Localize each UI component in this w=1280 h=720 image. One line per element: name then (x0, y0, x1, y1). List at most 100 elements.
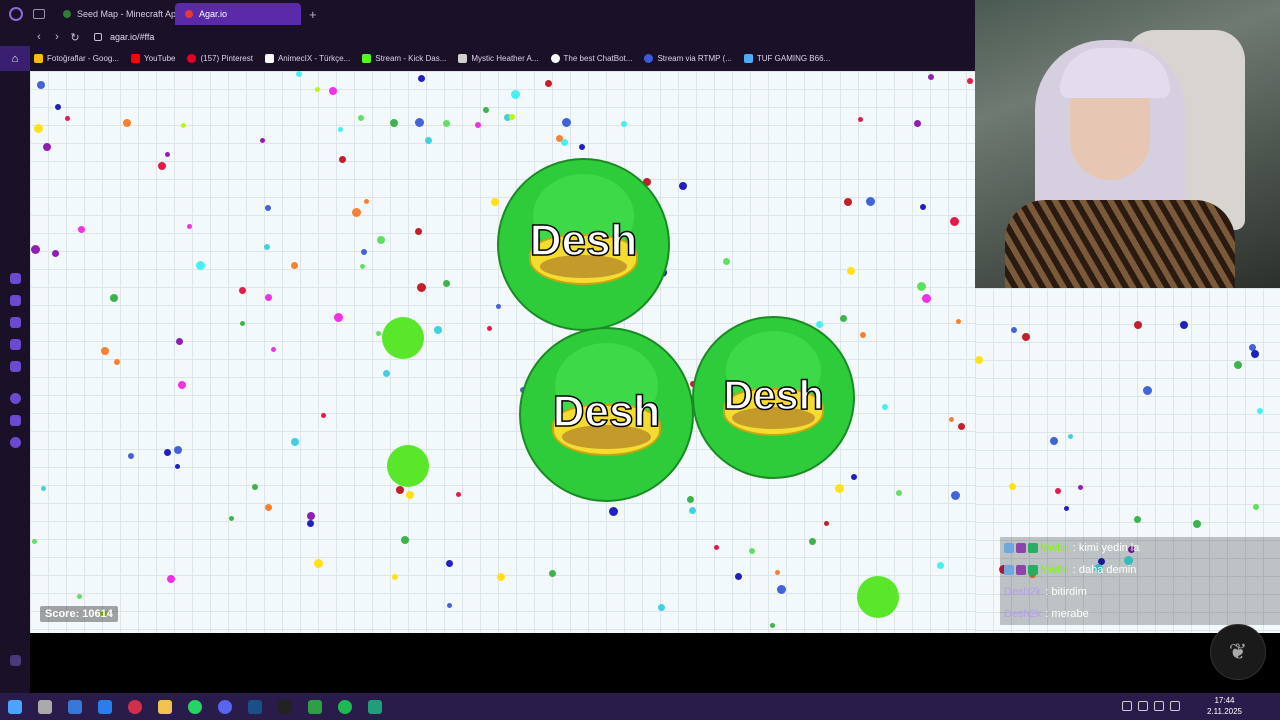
steam-icon[interactable] (248, 699, 262, 714)
food-pellet (31, 245, 40, 254)
bookmark-tuf-gaming[interactable]: TUF GAMING B66... (743, 54, 830, 63)
bookmarks-bar: ⌂ Fotoğraflar - Goog... YouTube (157) Pi… (0, 46, 975, 71)
reload-icon[interactable]: ↻ (66, 31, 84, 44)
browser-logo-icon[interactable] (9, 7, 23, 21)
history-icon[interactable] (10, 393, 21, 404)
food-pellet (43, 143, 51, 151)
store-icon[interactable] (68, 699, 82, 714)
url-field[interactable]: agar.io/#ffa (110, 32, 154, 42)
food-pellet (315, 87, 320, 92)
tab-label: Seed Map - Minecraft Ap (77, 9, 175, 19)
outlook-icon[interactable] (98, 699, 112, 714)
gx-icon[interactable] (10, 655, 21, 666)
food-pellet (914, 120, 921, 127)
download-icon[interactable] (10, 415, 21, 426)
food-pellet (775, 570, 780, 575)
lock-icon[interactable] (94, 33, 102, 41)
wifi-icon[interactable] (1170, 701, 1180, 711)
bookmark-mystic-heather[interactable]: Mystic Heather A... (458, 54, 539, 63)
food-pellet (866, 197, 875, 206)
food-pellet (181, 123, 186, 128)
food-pellet (689, 507, 696, 514)
discord-icon[interactable] (218, 699, 232, 714)
obs-icon[interactable] (278, 699, 292, 714)
food-pellet (447, 603, 452, 608)
discord-icon[interactable] (10, 361, 21, 372)
food-pellet (110, 294, 118, 302)
food-pellet (1078, 485, 1083, 490)
food-pellet (562, 118, 571, 127)
chat-text: : daha demin (1072, 564, 1137, 576)
food-pellet (456, 492, 461, 497)
tab-manager-icon[interactable] (33, 9, 45, 19)
task-view-icon[interactable] (38, 699, 52, 714)
chevron-up-icon[interactable] (1122, 701, 1132, 711)
bookmark-label: AnimecIX - Türkçe... (277, 54, 351, 63)
food-pellet (714, 545, 719, 550)
food-pellet (1253, 504, 1259, 510)
chat-text: : merabe (1045, 608, 1089, 620)
file-explorer-icon[interactable] (158, 699, 172, 714)
food-pellet (174, 446, 182, 454)
player-name: Desh (552, 386, 661, 437)
food-pellet (114, 359, 120, 365)
player-cell: Desh (519, 327, 694, 502)
food-pellet (291, 262, 298, 269)
food-pellet (390, 119, 398, 127)
virus-cell (382, 317, 424, 359)
bookmark-chatbot[interactable]: The best ChatBot... (550, 54, 632, 63)
chat-username: Desh2k (1004, 586, 1042, 598)
food-pellet (1055, 488, 1061, 494)
player-cell: Desh (497, 158, 670, 331)
bookmark-kick[interactable]: Stream - Kick Das... (362, 54, 446, 63)
volume-icon[interactable] (1154, 701, 1164, 711)
opera-gx-icon[interactable] (128, 699, 142, 714)
food-pellet (509, 114, 515, 120)
network-icon[interactable] (1138, 701, 1148, 711)
whatsapp-icon[interactable] (10, 317, 21, 328)
badge-icon (1004, 565, 1014, 575)
food-pellet (396, 486, 404, 494)
bookmark-youtube[interactable]: YouTube (131, 54, 175, 63)
food-pellet (434, 326, 442, 334)
food-pellet (975, 356, 983, 364)
back-arrow-icon[interactable]: ‹ (30, 31, 48, 43)
bookmark-label: YouTube (144, 54, 176, 63)
food-pellet (824, 521, 829, 526)
home-button[interactable]: ⌂ (0, 46, 30, 71)
settings-icon[interactable] (10, 437, 21, 448)
start-icon[interactable] (8, 699, 22, 714)
new-tab-button[interactable]: + (309, 7, 317, 22)
food-pellet (265, 205, 271, 211)
virus-cell (857, 576, 899, 618)
minecraft-icon[interactable] (308, 699, 322, 714)
instagram-icon[interactable] (10, 339, 21, 350)
app-icon[interactable] (368, 699, 382, 714)
whatsapp-icon[interactable] (188, 699, 202, 714)
food-pellet (167, 575, 175, 583)
forward-arrow-icon[interactable]: › (48, 31, 66, 43)
food-pellet (475, 122, 481, 128)
messenger-icon[interactable] (10, 273, 21, 284)
food-pellet (658, 604, 665, 611)
twitch-icon[interactable] (10, 295, 21, 306)
leaf-icon[interactable]: ❦ (1210, 624, 1266, 680)
food-pellet (334, 313, 343, 322)
bookmark-photos[interactable]: Fotoğraflar - Goog... (34, 54, 119, 63)
food-pellet (491, 198, 499, 206)
food-pellet (178, 381, 186, 389)
bookmark-animecix[interactable]: AnimecIX - Türkçe... (264, 54, 351, 63)
tab-agario[interactable]: Agar.io (175, 3, 301, 25)
food-pellet (949, 417, 954, 422)
bookmark-rtmp[interactable]: Stream via RTMP (... (644, 54, 732, 63)
pinterest-icon (187, 54, 197, 63)
spotify-icon[interactable] (338, 699, 352, 714)
clock[interactable]: 17:44 2.11.2025 (1207, 695, 1242, 717)
food-pellet (497, 573, 505, 581)
clock-date: 2.11.2025 (1207, 707, 1242, 716)
food-pellet (271, 347, 276, 352)
tab-seed-map[interactable]: Seed Map - Minecraft Ap (53, 3, 175, 25)
food-pellet (443, 120, 450, 127)
bookmark-pinterest[interactable]: (157) Pinterest (187, 54, 253, 63)
food-pellet (545, 80, 552, 87)
